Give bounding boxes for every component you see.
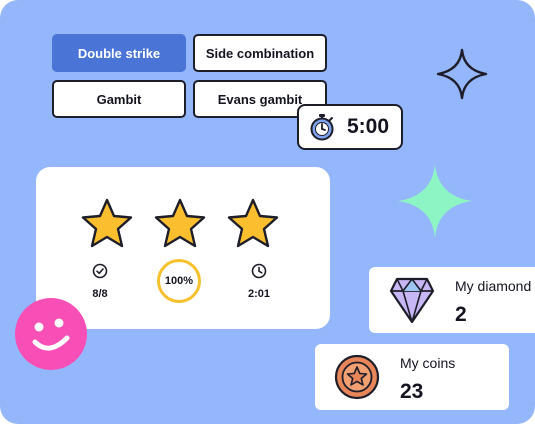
timer-value: 5:00 bbox=[347, 115, 390, 138]
star-icon bbox=[227, 198, 279, 248]
stopwatch-icon bbox=[310, 114, 334, 141]
clock-icon bbox=[251, 263, 267, 279]
star-icon bbox=[154, 198, 206, 248]
chip-side-combination[interactable]: Side combination bbox=[193, 34, 327, 72]
coin-icon bbox=[334, 354, 380, 400]
chip-gambit[interactable]: Gambit bbox=[52, 80, 186, 118]
diamond-value: 2 bbox=[455, 303, 467, 326]
correct-stat: 8/8 bbox=[70, 263, 130, 300]
time-stat: 2:01 bbox=[229, 263, 289, 300]
timer-badge: 5:00 bbox=[297, 104, 403, 150]
star-icon bbox=[81, 198, 133, 248]
sparkle-outline-icon bbox=[436, 48, 488, 100]
coins-value: 23 bbox=[400, 380, 424, 403]
chip-double-strike[interactable]: Double strike bbox=[52, 34, 186, 72]
diamond-card: My diamond 2 bbox=[369, 267, 535, 333]
check-circle-icon bbox=[92, 263, 108, 279]
time-value: 2:01 bbox=[247, 288, 271, 300]
coins-label: My coins bbox=[400, 355, 456, 371]
diamond-icon bbox=[389, 277, 435, 324]
accuracy-badge: 100% bbox=[157, 259, 201, 303]
background-panel: Double strike Side combination Gambit Ev… bbox=[0, 0, 535, 424]
diamond-label: My diamond bbox=[455, 278, 532, 294]
sparkle-icon bbox=[398, 164, 472, 238]
smiley-icon bbox=[15, 298, 87, 370]
coins-card: My coins 23 bbox=[315, 344, 509, 410]
